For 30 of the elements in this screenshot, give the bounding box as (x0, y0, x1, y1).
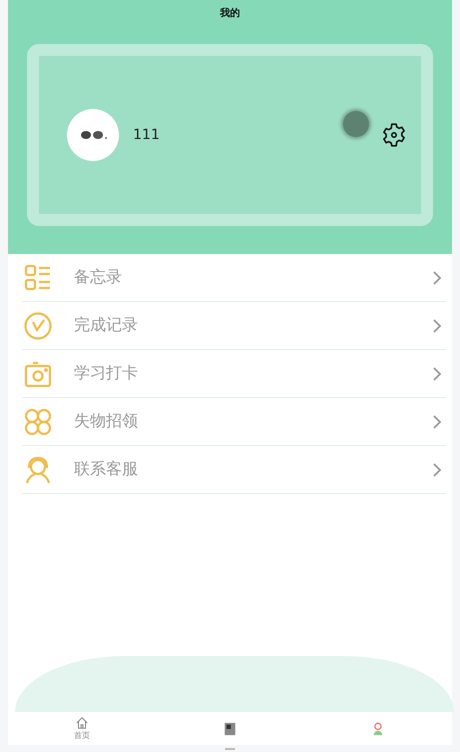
document-icon (223, 722, 237, 736)
list-icon (24, 264, 52, 292)
chevron-right-icon (432, 318, 442, 334)
circle-icon (343, 111, 369, 137)
headset-person-icon (24, 456, 52, 484)
chevron-right-icon (432, 366, 442, 382)
menu-label: 备忘录 (74, 267, 123, 288)
menu-item[interactable]: 备忘录 (22, 254, 446, 302)
camera-icon (24, 360, 52, 388)
menu-label: 学习打卡 (74, 363, 139, 384)
check-circle-icon (24, 312, 52, 340)
tab-label: 首页 (74, 730, 90, 741)
menu-label: 失物招领 (74, 411, 139, 432)
tab-item[interactable]: 首页 (8, 712, 156, 745)
home-indicator (225, 748, 235, 750)
menu-item[interactable]: 完成记录 (22, 302, 446, 350)
user-name: 111 (133, 127, 160, 143)
menu-item[interactable]: 失物招领 (22, 398, 446, 446)
settings-icon[interactable] (381, 122, 407, 148)
person-icon (371, 722, 385, 736)
four-circles-icon (24, 408, 52, 436)
page-title: 我的 (220, 6, 240, 20)
menu-item[interactable]: 学习打卡 (22, 350, 446, 398)
menu-item[interactable]: 联系客服 (22, 446, 446, 494)
chevron-right-icon (432, 462, 442, 478)
chevron-right-icon (432, 270, 442, 286)
menu-label: 联系客服 (74, 459, 139, 480)
chevron-right-icon (432, 414, 442, 430)
menu-label: 完成记录 (74, 315, 139, 336)
home-icon (75, 716, 89, 730)
